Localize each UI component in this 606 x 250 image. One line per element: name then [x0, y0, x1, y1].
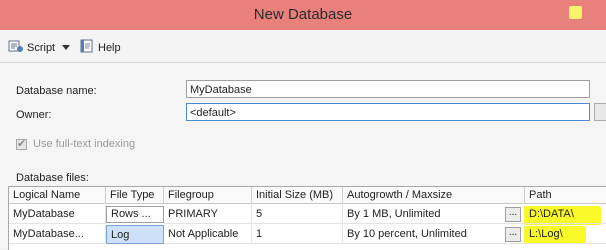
column-header-autogrowth[interactable]: Autogrowth / Maxsize [343, 187, 525, 204]
script-button[interactable]: Script [8, 39, 73, 56]
cell-file-type[interactable]: Log [106, 225, 164, 244]
chevron-down-icon[interactable] [62, 42, 73, 54]
cell-path[interactable]: D:\DATA\ [525, 205, 606, 224]
help-button[interactable]: Help [79, 39, 121, 56]
highlight-square-icon[interactable] [565, 4, 587, 22]
cell-autogrowth[interactable]: By 1 MB, Unlimited [343, 205, 525, 224]
help-icon [79, 39, 98, 56]
fulltext-checkbox[interactable]: ✔ [16, 138, 27, 150]
column-header-logical-name[interactable]: Logical Name [9, 187, 106, 204]
cell-filegroup[interactable]: PRIMARY [164, 205, 252, 224]
owner-label: Owner: [16, 109, 52, 121]
cell-file-type[interactable]: Rows ... [106, 206, 164, 223]
database-files-grid[interactable]: Logical Name File Type Filegroup Initial… [8, 186, 606, 250]
cell-initial-size[interactable]: 5 [252, 205, 343, 224]
script-label: Script [27, 41, 56, 54]
cell-filegroup[interactable]: Not Applicable [164, 225, 252, 244]
column-header-file-type[interactable]: File Type [106, 187, 164, 204]
cell-path[interactable]: L:\Log\ [525, 225, 606, 244]
cell-initial-size[interactable]: 1 [252, 225, 343, 244]
database-name-input[interactable]: MyDatabase [186, 80, 590, 98]
window-title: New Database [253, 6, 353, 23]
column-header-initial-size[interactable]: Initial Size (MB) [252, 187, 343, 204]
toolbar: Script Help [0, 30, 606, 63]
database-name-label: Database name: [16, 85, 97, 97]
autogrowth-edit-button[interactable]: ... [505, 227, 521, 242]
fulltext-label: Use full-text indexing [33, 138, 136, 150]
help-label: Help [98, 41, 121, 54]
cell-logical-name[interactable]: MyDatabase... [9, 225, 106, 244]
script-icon [8, 39, 27, 56]
owner-browse-button[interactable] [594, 103, 606, 121]
column-header-filegroup[interactable]: Filegroup [164, 187, 252, 204]
cell-logical-name[interactable]: MyDatabase [9, 205, 106, 224]
column-header-path[interactable]: Path [525, 187, 606, 204]
owner-input[interactable]: <default> [186, 103, 590, 121]
cell-autogrowth[interactable]: By 10 percent, Unlimited [343, 225, 525, 244]
autogrowth-edit-button[interactable]: ... [505, 207, 521, 222]
checkmark-icon: ✔ [17, 138, 27, 150]
database-files-label: Database files: [16, 172, 89, 184]
